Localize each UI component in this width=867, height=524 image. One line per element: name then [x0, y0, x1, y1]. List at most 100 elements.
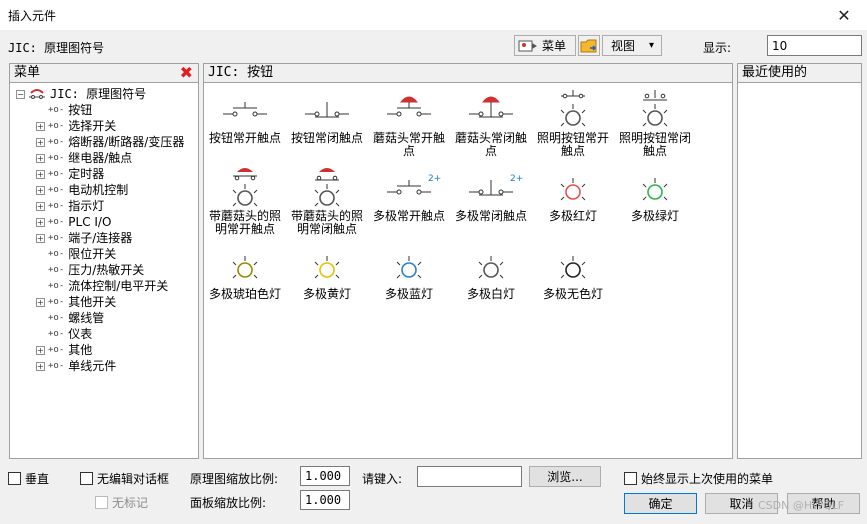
menu-icon [518, 40, 537, 51]
close-red-x-icon[interactable]: ✖ [180, 64, 193, 82]
schematic-scale-input[interactable]: 1.000 [300, 466, 350, 486]
multipole-nc-icon [469, 180, 513, 196]
tree-item[interactable]: +o- 限位开关 [16, 246, 184, 262]
chevron-down-icon: ▾ [649, 40, 655, 51]
tree-item[interactable]: + +o- 选择开关 [16, 118, 184, 134]
symbol-label: 按钮常闭触点 [290, 131, 363, 145]
display-label: 显示: [703, 41, 732, 55]
expand-icon[interactable]: + [36, 345, 45, 355]
mushroom-no-icon [387, 96, 431, 117]
symbol-illuminated-nc[interactable]: 照明按钮常闭 触点 [614, 88, 696, 158]
tree-item[interactable]: + +o- 熔断器/断路器/变压器 [16, 134, 184, 150]
panel-scale-input[interactable]: 1.000 [300, 490, 350, 510]
please-input-field[interactable] [417, 466, 522, 487]
no-edit-dialog-label: 无编辑对话框 [97, 472, 170, 486]
symbol-mushroom-illuminated-no[interactable]: 带蘑菇头的照 明常开触点 [204, 166, 286, 236]
tree-item[interactable]: +o- 仪表 [16, 326, 184, 342]
no-tag-checkbox-box[interactable] [95, 496, 108, 509]
tree-item[interactable]: + +o- 单线元件 [16, 358, 184, 374]
no-tag-checkbox[interactable]: 无标记 [95, 494, 148, 511]
expand-icon[interactable]: + [36, 121, 45, 131]
symbol-amber-lamp[interactable]: 多极琥珀色灯 [204, 244, 286, 301]
symbol-label: 多极白灯 [466, 287, 515, 301]
expand-icon[interactable]: + [36, 361, 45, 371]
tree-item-label: 单线元件 [68, 359, 117, 373]
tree-item[interactable]: + +o- 其他 [16, 342, 184, 358]
expand-icon[interactable]: + [36, 297, 45, 307]
clear-lamp-icon [560, 256, 586, 279]
tree-item-label: 定时器 [68, 167, 105, 181]
tree-item-label: 压力/热敏开关 [68, 263, 145, 277]
contact-icon: +o- [48, 297, 65, 307]
symbols-panel: JIC: 按钮 按钮常开触点 按钮常闭触点 蘑菇头常开触点蘑菇头常闭触点照明按钮常开… [203, 63, 733, 459]
display-count-input[interactable]: 10 [767, 35, 862, 56]
tree-item[interactable]: + +o- 其他开关 [16, 294, 184, 310]
symbol-multipole-nc[interactable]: 2+ 多极常闭触点 [450, 166, 532, 223]
tree-item-label: 指示灯 [68, 199, 105, 213]
tree-item-label: 螺线管 [68, 311, 105, 325]
close-icon[interactable]: ✕ [821, 0, 867, 30]
symbol-clear-lamp[interactable]: 多极无色灯 [532, 244, 614, 301]
tree-item[interactable]: + +o- 定时器 [16, 166, 184, 182]
symbol-pushbutton-no[interactable]: 按钮常开触点 [204, 88, 286, 145]
browse-button[interactable]: 浏览... [529, 466, 601, 487]
symbol-illuminated-no[interactable]: 照明按钮常开 触点 [532, 88, 614, 158]
symbol-white-lamp[interactable]: 多极白灯 [450, 244, 532, 301]
symbol-mushroom-illuminated-nc[interactable]: 带蘑菇头的照 明常闭触点 [286, 166, 368, 236]
symbol-green-lamp[interactable]: 多极绿灯 [614, 166, 696, 223]
pushbutton-nc-icon [305, 102, 349, 118]
symbol-label-line2: 点 [484, 144, 497, 158]
expand-icon[interactable]: + [36, 137, 45, 147]
expand-icon[interactable]: + [36, 217, 45, 227]
symbol-label-line2: 明常开触点 [214, 222, 275, 236]
tree-root[interactable]: − JIC: 原理图符号 [16, 86, 184, 102]
symbol-red-lamp[interactable]: 多极红灯 [532, 166, 614, 223]
expand-icon[interactable]: + [36, 185, 45, 195]
symbol-mushroom-no[interactable]: 蘑菇头常开触点 [368, 88, 450, 158]
recent-panel: 最近使用的 [737, 63, 862, 459]
contact-icon: +o- [48, 185, 65, 195]
symbol-blue-lamp[interactable]: 多极蓝灯 [368, 244, 450, 301]
menu-button[interactable]: 菜单 [514, 35, 576, 56]
no-edit-dialog-checkbox-box[interactable] [80, 472, 93, 485]
tree-item[interactable]: +o- 流体控制/电平开关 [16, 278, 184, 294]
expand-icon[interactable]: + [36, 153, 45, 163]
symbol-label: 多极黄灯 [302, 287, 351, 301]
vertical-checkbox-box[interactable] [8, 472, 21, 485]
expand-icon[interactable]: + [36, 169, 45, 179]
tree-item[interactable]: + +o- 继电器/触点 [16, 150, 184, 166]
folder-button[interactable] [578, 35, 600, 56]
multipole-badge: 2+ [510, 174, 524, 184]
tree-item-label: 按钮 [68, 103, 93, 117]
tree-item[interactable]: +o- 压力/热敏开关 [16, 262, 184, 278]
vertical-checkbox[interactable]: 垂直 [8, 470, 49, 487]
expand-icon[interactable]: + [36, 233, 45, 243]
no-tag-label: 无标记 [112, 496, 149, 510]
tree-root-label: JIC: 原理图符号 [50, 87, 147, 101]
contact-icon: +o- [48, 169, 65, 179]
tree-item-label: 仪表 [68, 327, 93, 341]
always-show-last-menu-checkbox[interactable]: 始终显示上次使用的菜单 [624, 470, 773, 487]
tree-item[interactable]: + +o- 指示灯 [16, 198, 184, 214]
tree-item[interactable]: +o- 按钮 [16, 102, 184, 118]
menu-panel-header: 菜单 ✖ [10, 64, 198, 83]
collapse-icon[interactable]: − [16, 89, 25, 99]
tree-item[interactable]: + +o- 端子/连接器 [16, 230, 184, 246]
always-show-last-menu-box[interactable] [624, 472, 637, 485]
symbol-yellow-lamp[interactable]: 多极黄灯 [286, 244, 368, 301]
symbol-multipole-no[interactable]: 2+ 多极常开触点 [368, 166, 450, 223]
tree-item[interactable]: + +o- 电动机控制 [16, 182, 184, 198]
expand-icon[interactable]: + [36, 201, 45, 211]
symbol-pushbutton-nc[interactable]: 按钮常闭触点 [286, 88, 368, 145]
vertical-label: 垂直 [25, 472, 50, 486]
no-edit-dialog-checkbox[interactable]: 无编辑对话框 [80, 470, 169, 487]
view-button[interactable]: 视图 ▾ [602, 35, 662, 56]
tree-item-label: 端子/连接器 [68, 231, 133, 245]
tree-item[interactable]: +o- 螺线管 [16, 310, 184, 326]
tree-item-label: 熔断器/断路器/变压器 [68, 135, 185, 149]
tree-item[interactable]: + +o- PLC I/O [16, 214, 184, 230]
symbol-mushroom-nc[interactable]: 蘑菇头常闭触点 [450, 88, 532, 158]
ok-button[interactable]: 确定 [624, 493, 697, 514]
green-lamp-icon [642, 178, 668, 201]
window-title: 插入元件 [8, 9, 57, 23]
